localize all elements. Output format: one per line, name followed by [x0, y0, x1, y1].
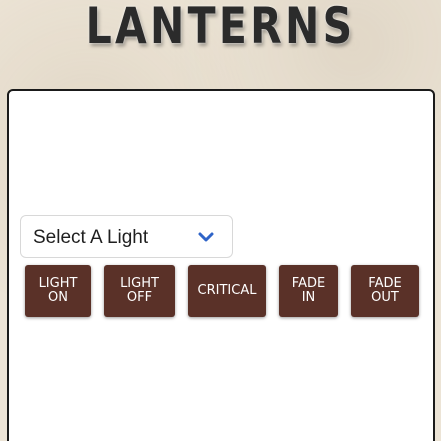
light-select-value: Select A Light	[33, 227, 149, 248]
fade-out-label-line2: OUT	[371, 290, 399, 305]
fade-in-label-line1: FADE	[291, 276, 326, 291]
fade-in-button[interactable]: FADE IN	[279, 265, 338, 317]
fade-out-button[interactable]: FADE OUT	[351, 265, 419, 317]
fade-in-label-line2: IN	[301, 290, 316, 305]
light-on-label-line1: LIGHT	[38, 276, 78, 291]
light-off-button[interactable]: LIGHT OFF	[104, 265, 175, 317]
critical-button[interactable]: CRITICAL	[188, 265, 266, 317]
light-select[interactable]: Select A Light	[20, 215, 233, 258]
fade-out-label-line1: FADE	[368, 276, 402, 291]
control-panel: Select A Light LIGHT ON LIGHT OFF CRITIC…	[7, 89, 435, 441]
critical-label: CRITICAL	[197, 283, 257, 298]
app-title: LANTERNS	[85, 0, 356, 55]
light-off-label-line2: OFF	[126, 290, 153, 305]
chevron-down-icon	[198, 232, 214, 242]
light-off-label-line1: LIGHT	[120, 276, 159, 291]
light-on-button[interactable]: LIGHT ON	[25, 265, 91, 317]
light-on-label-line2: ON	[48, 290, 68, 305]
